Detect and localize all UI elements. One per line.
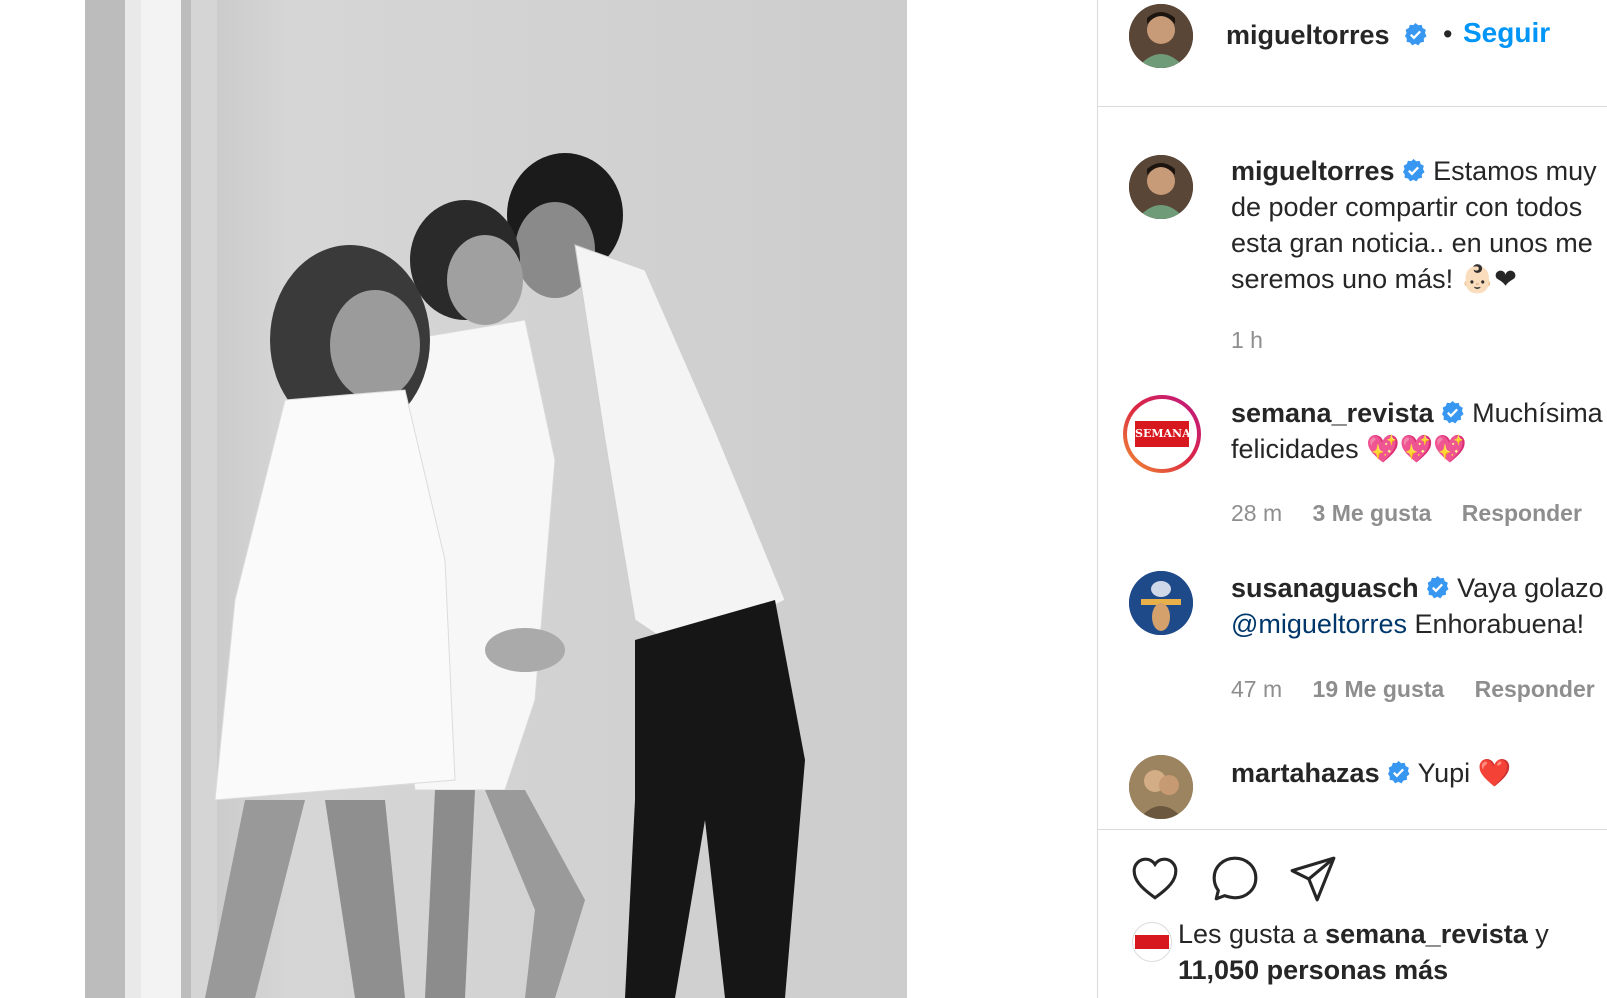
reply-button[interactable]: Responder: [1475, 676, 1595, 702]
post-actions: Les gusta a semana_revista y 11,050 pers…: [1098, 829, 1607, 998]
comment-icon[interactable]: [1210, 854, 1260, 904]
verified-badge-icon: [1441, 401, 1464, 424]
comment-text: martahazas Yupi ❤️: [1231, 755, 1511, 791]
comment-username[interactable]: semana_revista: [1231, 398, 1434, 428]
likes-user[interactable]: semana_revista: [1325, 919, 1528, 949]
likes-suffix: y: [1527, 919, 1549, 949]
verified-badge-icon: [1402, 159, 1425, 182]
comment-time[interactable]: 28 m: [1231, 500, 1282, 526]
caption-line: seremos uno más! 👶🏻❤: [1231, 264, 1517, 294]
semana-logo: SEMANA: [1135, 421, 1191, 447]
caption-line: esta gran noticia.. en unos me: [1231, 228, 1593, 258]
comment-time[interactable]: 47 m: [1231, 676, 1282, 702]
likes-prefix: Les gusta a: [1178, 919, 1326, 949]
separator-dot: •: [1443, 19, 1453, 49]
follow-button[interactable]: Seguir: [1463, 16, 1550, 50]
post-header: migueltorres • Seguir: [1098, 0, 1607, 107]
author-avatar[interactable]: [1129, 4, 1193, 68]
marta-avatar[interactable]: [1129, 755, 1193, 819]
caption-time[interactable]: 1 h: [1231, 327, 1263, 353]
likes-summary: Les gusta a semana_revista y 11,050 pers…: [1178, 916, 1549, 988]
comment-line: Muchísima: [1472, 398, 1603, 428]
comment-line: Yupi ❤️: [1417, 758, 1512, 788]
caption-line: Estamos muy: [1433, 156, 1597, 186]
caption-avatar[interactable]: [1129, 155, 1193, 219]
comment-line: felicidades 💖💖💖: [1231, 434, 1467, 464]
likes-count[interactable]: 11,050 personas más: [1178, 955, 1448, 985]
comment-username[interactable]: susanaguasch: [1231, 573, 1419, 603]
post-photo[interactable]: [85, 0, 907, 998]
susana-avatar[interactable]: [1129, 571, 1193, 635]
heart-icon[interactable]: [1130, 854, 1180, 904]
comment-line: Vaya golazo: [1457, 573, 1604, 603]
verified-badge-icon: [1426, 576, 1449, 599]
comment-meta: 28 m 3 Me gusta Responder: [1231, 500, 1606, 527]
caption-meta: 1 h: [1231, 327, 1287, 354]
comment-text: susanaguasch Vaya golazo @migueltorres E…: [1231, 570, 1604, 642]
caption-text: migueltorres Estamos muy de poder compar…: [1231, 153, 1597, 297]
header-username[interactable]: migueltorres: [1226, 18, 1428, 52]
comment-likes[interactable]: 19 Me gusta: [1313, 676, 1445, 702]
caption-username[interactable]: migueltorres: [1231, 156, 1395, 186]
mention-link[interactable]: @migueltorres: [1231, 609, 1407, 639]
comment-meta: 47 m 19 Me gusta Responder: [1231, 676, 1607, 703]
post-side-panel: migueltorres • Seguir migueltorres Estam…: [1097, 0, 1607, 998]
share-icon[interactable]: [1288, 854, 1338, 904]
comment-likes[interactable]: 3 Me gusta: [1313, 500, 1432, 526]
comment-username[interactable]: martahazas: [1231, 758, 1380, 788]
liker-avatar[interactable]: [1132, 922, 1172, 962]
caption-line: de poder compartir con todos: [1231, 192, 1583, 222]
verified-badge-icon: [1405, 23, 1427, 46]
verified-badge-icon: [1387, 761, 1410, 784]
comment-line: Enhorabuena!: [1414, 609, 1585, 639]
semana-avatar[interactable]: SEMANA: [1123, 395, 1201, 473]
comment-text: semana_revista Muchísima felicidades 💖💖💖: [1231, 395, 1603, 467]
reply-button[interactable]: Responder: [1462, 500, 1582, 526]
